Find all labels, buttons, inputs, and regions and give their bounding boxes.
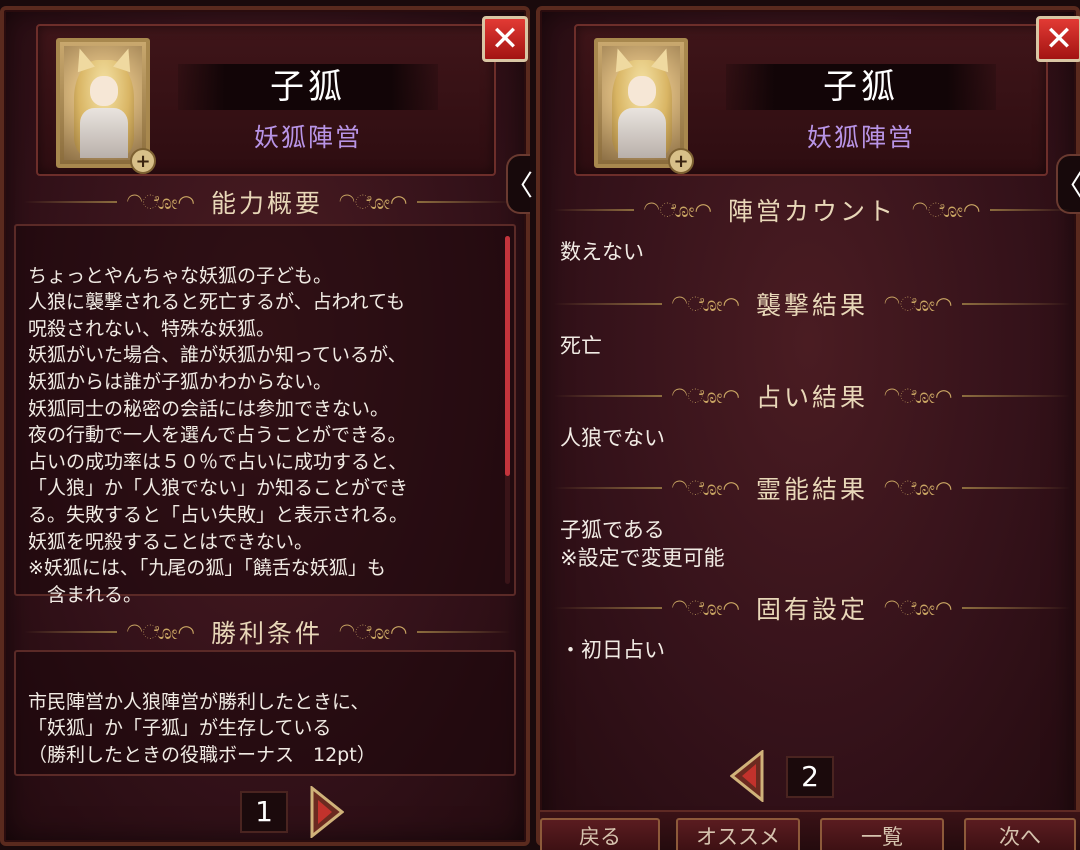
- section-title-text: 襲撃結果: [756, 291, 869, 320]
- role-name: 子狐: [726, 64, 996, 110]
- section-title-ability: ◠ೋ◠ 能力概要 ◠ೋ◠: [24, 182, 511, 222]
- ornament-right: ◠ೋ◠: [884, 292, 953, 316]
- next-button[interactable]: 次へ: [964, 818, 1076, 850]
- role-header: + 子狐 妖狐陣営: [36, 24, 496, 176]
- ornament-left: ◠ೋ◠: [671, 292, 740, 316]
- ornament-left: ◠ೋ◠: [671, 476, 740, 500]
- zoom-icon[interactable]: +: [130, 148, 156, 174]
- zoom-icon[interactable]: +: [668, 148, 694, 174]
- ornament-left: ◠ೋ◠: [126, 620, 195, 644]
- close-icon: ✕: [490, 19, 520, 59]
- page-indicator: 2: [786, 756, 834, 798]
- ornament-right: ◠ೋ◠: [912, 198, 981, 222]
- ornament-left: ◠ೋ◠: [671, 384, 740, 408]
- ability-description: ちょっとやんちゃな妖狐の子ども。 人狼に襲撃されると死亡するが、占われても 呪殺…: [28, 264, 409, 606]
- back-button[interactable]: 戻る: [540, 818, 660, 850]
- section-title-divination-result: ◠ೋ◠ 占い結果 ◠ೋ◠: [554, 376, 1071, 416]
- ability-description-box[interactable]: ちょっとやんちゃな妖狐の子ども。 人狼に襲撃されると死亡するが、占われても 呪殺…: [14, 224, 516, 606]
- portrait-image: [602, 46, 680, 160]
- ornament-right: ◠ೋ◠: [339, 620, 408, 644]
- prev-page-arrow[interactable]: [730, 750, 766, 802]
- faction-count-value: 数えない: [560, 240, 644, 264]
- ornament-left: ◠ೋ◠: [643, 198, 712, 222]
- role-faction: 妖狐陣営: [806, 123, 915, 152]
- role-portrait[interactable]: +: [56, 38, 156, 174]
- close-button[interactable]: ✕: [482, 16, 528, 62]
- ornament-left: ◠ೋ◠: [671, 596, 740, 620]
- victory-condition: 市民陣営か人狼陣営が勝利したときに、 「妖狐」か「子狐」が生存している （勝利し…: [28, 690, 376, 766]
- role-header: + 子狐 妖狐陣営: [574, 24, 1048, 176]
- close-icon: ✕: [1044, 19, 1074, 59]
- section-title-text: 霊能結果: [756, 475, 869, 504]
- section-title-faction-count: ◠ೋ◠ 陣営カウント ◠ೋ◠: [554, 190, 1071, 230]
- role-portrait[interactable]: +: [594, 38, 694, 174]
- section-title-text: 勝利条件: [211, 619, 324, 648]
- role-detail-panel-page-1: + 子狐 妖狐陣営 ✕ 〈 ◠ೋ◠ 能力概要 ◠ೋ◠ ちょっとやんちゃな妖狐の子…: [0, 6, 533, 846]
- ornament-right: ◠ೋ◠: [339, 190, 408, 214]
- role-name: 子狐: [178, 64, 438, 110]
- section-title-special-settings: ◠ೋ◠ 固有設定 ◠ೋ◠: [554, 588, 1071, 628]
- section-title-text: 占い結果: [756, 383, 869, 412]
- recommend-button[interactable]: オススメ: [676, 818, 800, 850]
- ornament-right: ◠ೋ◠: [884, 596, 953, 620]
- portrait-image: [64, 46, 142, 160]
- section-title-text: 能力概要: [211, 189, 324, 218]
- victory-condition-box: 市民陣営か人狼陣営が勝利したときに、 「妖狐」か「子狐」が生存している （勝利し…: [14, 650, 516, 776]
- role-detail-panel-page-2: + 子狐 妖狐陣営 ✕ 〈 ◠ೋ◠ 陣営カウント ◠ೋ◠ 数えない ◠ೋ◠ 襲撃…: [536, 6, 1080, 850]
- section-title-attack-result: ◠ೋ◠ 襲撃結果 ◠ೋ◠: [554, 284, 1071, 324]
- bottom-nav-bar: 戻る オススメ 一覧 次へ: [540, 810, 1080, 850]
- page-indicator: 1: [240, 791, 288, 833]
- scrollbar-thumb[interactable]: [505, 236, 510, 476]
- section-title-text: 固有設定: [756, 595, 869, 624]
- next-page-arrow[interactable]: [308, 786, 344, 838]
- role-faction: 妖狐陣営: [253, 123, 362, 152]
- special-settings-value: ・初日占い: [560, 638, 665, 662]
- list-button[interactable]: 一覧: [820, 818, 944, 850]
- ornament-left: ◠ೋ◠: [126, 190, 195, 214]
- ornament-right: ◠ೋ◠: [884, 384, 953, 408]
- section-title-text: 陣営カウント: [728, 197, 897, 226]
- close-button[interactable]: ✕: [1036, 16, 1080, 62]
- ornament-right: ◠ೋ◠: [884, 476, 953, 500]
- divination-result-value: 人狼でない: [560, 426, 665, 450]
- section-title-medium-result: ◠ೋ◠ 霊能結果 ◠ೋ◠: [554, 468, 1071, 508]
- attack-result-value: 死亡: [560, 334, 602, 358]
- section-title-victory: ◠ೋ◠ 勝利条件 ◠ೋ◠: [24, 612, 511, 652]
- medium-result-value: 子狐である ※設定で変更可能: [560, 518, 725, 570]
